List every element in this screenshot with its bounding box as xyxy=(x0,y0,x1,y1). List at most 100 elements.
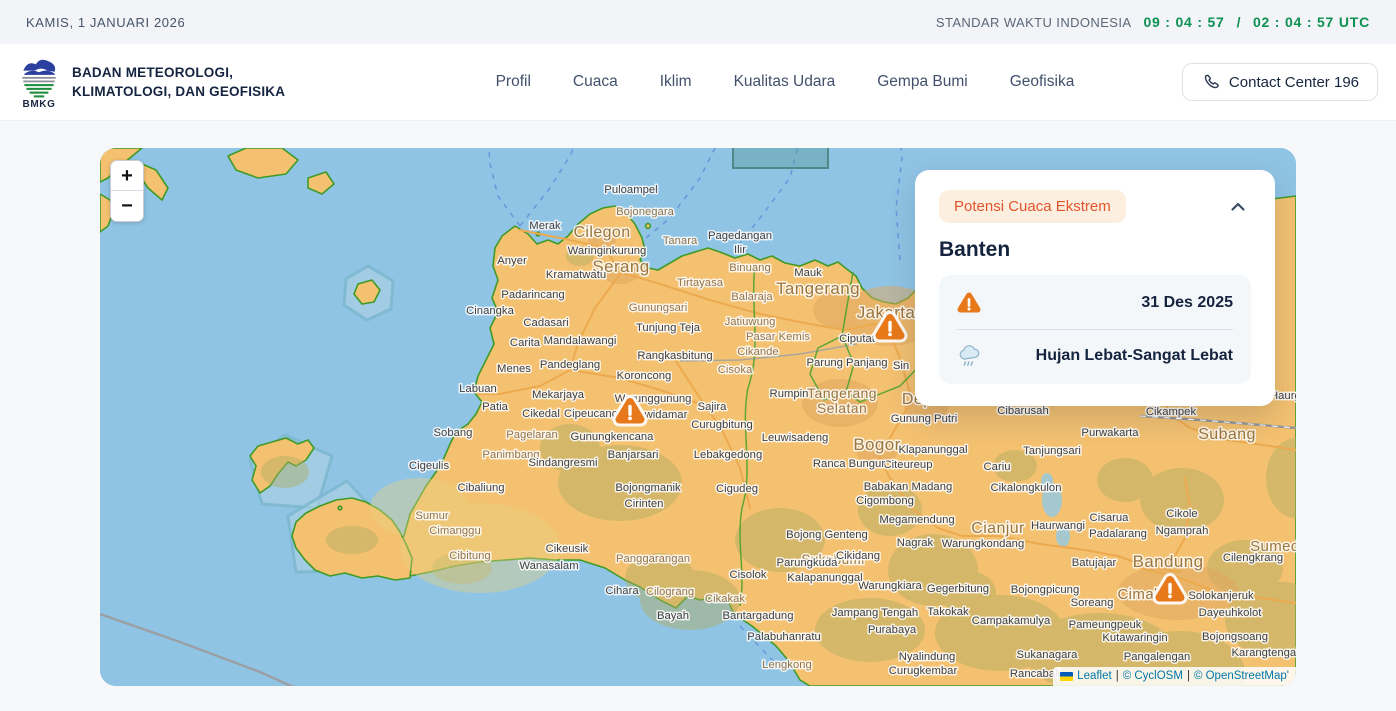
attribution-cyclosm-link[interactable]: © CyclOSM xyxy=(1123,670,1183,682)
map-label: Koroncong xyxy=(617,370,672,382)
nav-geofisika[interactable]: Geofisika xyxy=(1010,73,1075,91)
map-label: Puloampel xyxy=(604,184,657,196)
map-label: Sajira xyxy=(698,401,728,413)
map-label: Pangalengan xyxy=(1124,651,1191,663)
map-label: Parung Panjang xyxy=(806,357,887,369)
map-label: Bantargadung xyxy=(723,610,794,622)
map-label: Purwakarta xyxy=(1081,427,1139,439)
map-label: Cilograng xyxy=(646,586,694,598)
warning-weather-row: Hujan Lebat-Sangat Lebat xyxy=(957,330,1233,382)
map-label: Cianjur xyxy=(971,520,1025,537)
map-label: Purabaya xyxy=(868,624,917,636)
map-label: Padalarang xyxy=(1089,528,1147,540)
map-label: Labuan xyxy=(459,383,497,395)
nav-profil[interactable]: Profil xyxy=(496,73,531,91)
map-label: Menes xyxy=(497,363,531,375)
map-attribution: Leaflet | © CyclOSM | © OpenStreetMap' xyxy=(1053,667,1296,686)
map-label: Gegerbitung xyxy=(927,583,989,595)
time-standard-label: STANDAR WAKTU INDONESIA xyxy=(936,15,1132,30)
map-label: Bandung xyxy=(1133,552,1204,571)
map-label: Wanasalam xyxy=(519,560,578,572)
map-label: Sobang xyxy=(434,427,473,439)
attribution-separator: | xyxy=(1187,670,1190,682)
nav-gempa-bumi[interactable]: Gempa Bumi xyxy=(877,73,967,91)
nav-kualitas-udara[interactable]: Kualitas Udara xyxy=(734,73,836,91)
map-label: Jatiuwung xyxy=(725,316,776,328)
warning-marker-bandung[interactable] xyxy=(1160,580,1181,598)
map-label: Binuang xyxy=(729,262,770,274)
zoom-out-button[interactable]: − xyxy=(111,191,143,221)
map-label: Kalapanunggal xyxy=(787,572,862,584)
contact-center-label: Contact Center 196 xyxy=(1229,74,1359,91)
map-label: Cikeusik xyxy=(546,543,589,555)
warning-marker-jakarta[interactable] xyxy=(880,318,901,336)
map-label: Takokak xyxy=(927,606,969,618)
map-label: Lengkong xyxy=(762,659,812,671)
nav-cuaca[interactable]: Cuaca xyxy=(573,73,618,91)
map-label: Selatan xyxy=(817,400,867,416)
extreme-weather-popup: Potensi Cuaca Ekstrem Banten xyxy=(915,170,1275,406)
leaflet-map[interactable]: CilegonSerangTangerangJakartaDepokBogorC… xyxy=(100,148,1296,686)
popup-badge: Potensi Cuaca Ekstrem xyxy=(939,190,1126,223)
map-zoom-control: + − xyxy=(110,160,144,222)
map-label: Cipeucang xyxy=(564,408,618,420)
warning-icon xyxy=(957,291,981,315)
map-label: Bojong Genteng xyxy=(786,529,868,541)
map-label: Cariu xyxy=(984,461,1011,473)
nav-iklim[interactable]: Iklim xyxy=(660,73,692,91)
map-label: Cilegon xyxy=(573,224,630,241)
map-label: Nyalindung xyxy=(899,651,956,663)
map-label: Cikedal xyxy=(522,408,560,420)
map-label: Solokanjeruk xyxy=(1188,590,1254,602)
map-label: Bayah xyxy=(657,610,689,622)
map-label: Sindangresmi xyxy=(528,457,597,469)
map-label: Gunungkencana xyxy=(571,431,655,443)
map-label: Pagelaran xyxy=(506,429,558,441)
map-label: Ilir xyxy=(734,244,746,256)
map-label: Banjarsari xyxy=(608,449,659,461)
map-label: Megamendung xyxy=(879,514,954,526)
map-label: Bojonegara xyxy=(616,206,675,218)
contact-center-button[interactable]: Contact Center 196 xyxy=(1182,63,1378,101)
collapse-popup-button[interactable] xyxy=(1225,194,1251,220)
map-label: Panggarangan xyxy=(616,553,690,565)
warning-date: 31 Des 2025 xyxy=(1141,294,1233,312)
map-label: Palabuhanratu xyxy=(747,631,821,643)
map-label: Carita xyxy=(510,337,541,349)
time-standard: STANDAR WAKTU INDONESIA 09 : 04 : 57 / 0… xyxy=(936,14,1370,30)
map-label: Bojongmanik xyxy=(615,482,681,494)
map-label: Ngamprah xyxy=(1156,525,1209,537)
attribution-separator: | xyxy=(1116,670,1119,682)
current-date: KAMIS, 1 JANUARI 2026 xyxy=(26,15,185,30)
attribution-osm-link[interactable]: © OpenStreetMap' xyxy=(1194,670,1289,682)
attribution-leaflet-link[interactable]: Leaflet xyxy=(1077,670,1112,682)
map-label: Pagedangan xyxy=(708,230,772,242)
map-label: Klapanunggal xyxy=(898,444,967,456)
map-label: Cisoka xyxy=(718,364,753,376)
map-label: Tunjung Teja xyxy=(636,322,701,334)
map-label: Tirtayasa xyxy=(677,277,724,289)
site-header: BMKG BADAN METEOROLOGI, KLIMATOLOGI, DAN… xyxy=(0,44,1396,121)
map-label: Cisolok xyxy=(729,569,766,581)
map-label: Mandalawangi xyxy=(544,335,617,347)
map-label: Soreang xyxy=(1071,597,1114,609)
map-label: Dayeuhkolot xyxy=(1199,607,1263,619)
map-label: Cikakak xyxy=(705,593,746,605)
map-label: Cisarua xyxy=(1090,512,1130,524)
map-label: Citeureup xyxy=(884,459,933,471)
map-label: Warungkiara xyxy=(858,580,922,592)
map-label: Bogor xyxy=(853,435,900,454)
map-label: Cilengkrang xyxy=(1223,552,1283,564)
warning-date-row: 31 Des 2025 xyxy=(957,277,1233,329)
warning-marker-banten[interactable] xyxy=(620,402,641,420)
map-label: Pandeglang xyxy=(540,359,600,371)
map-label: Cimanggu xyxy=(429,525,481,537)
map-label: Sin xyxy=(893,360,909,372)
map-label: Cihara xyxy=(605,585,639,597)
bmkg-brand[interactable]: BMKG BADAN METEOROLOGI, KLIMATOLOGI, DAN… xyxy=(16,55,388,110)
map-label: Parungkuda xyxy=(777,557,839,569)
map-label: Tangerang xyxy=(776,279,860,298)
map-label: Cadasari xyxy=(523,317,568,329)
zoom-in-button[interactable]: + xyxy=(111,161,143,191)
map-label: Cirinten xyxy=(625,498,664,510)
